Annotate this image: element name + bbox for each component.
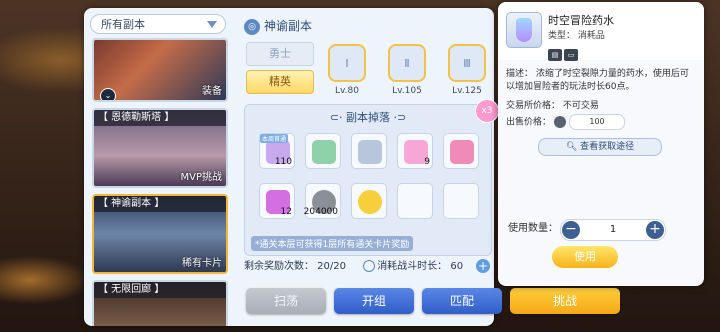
tag-icon: ▤	[548, 49, 562, 61]
gold-coin-icon	[358, 190, 382, 214]
dungeon-tag: MVP挑战	[180, 172, 223, 183]
dungeon-list[interactable]: ⌄ 装备 【 恩德勒斯塔 】 MVP挑战 【 神谕副本 】 稀有卡片 【 无限回…	[90, 38, 230, 326]
pink-petal-icon	[450, 140, 474, 164]
dungeon-filter-dropdown[interactable]: 所有副本	[90, 14, 226, 34]
drop-item-slot[interactable]: 12	[259, 183, 295, 219]
page-title-text: 神谕副本	[264, 19, 313, 33]
dungeon-filter-label: 所有副本	[101, 18, 145, 31]
dungeon-tag: 稀有卡片	[182, 258, 222, 269]
chevron-down-icon	[207, 21, 217, 28]
item-tags: ▤ ▭	[548, 42, 580, 61]
item-count: 12	[280, 207, 292, 217]
dungeon-title: 【 神谕副本 】	[94, 196, 226, 212]
drop-item-slot-empty	[397, 183, 433, 219]
level-option[interactable]: Ⅲ Lv.125	[442, 44, 492, 104]
drops-panel: ⊂· 副本掉落 ·⊃ x3 本周首通 110 9 12 204000 *通关本层…	[244, 99, 499, 256]
remaining-rewards: 剩余奖励次数： 20/20	[244, 261, 346, 272]
level-option[interactable]: Ⅱ Lv.105	[382, 44, 432, 104]
drops-note: *通关本层可获得1层所有通关卡片奖励	[251, 236, 414, 251]
difficulty-normal-tab[interactable]: 勇士	[246, 42, 314, 66]
drop-item-slot[interactable]: 204000	[303, 183, 341, 219]
drop-item-slot[interactable]	[443, 133, 479, 169]
quantity-value[interactable]: 1	[581, 220, 645, 240]
search-icon: 🔍︎	[565, 142, 578, 152]
level-badge: Ⅰ	[328, 44, 366, 82]
view-source-button[interactable]: 🔍︎ 查看获取途径	[538, 138, 662, 156]
potion-bottle	[516, 18, 532, 42]
level-label: Lv.80	[335, 86, 359, 96]
drop-item-slot[interactable]	[351, 133, 387, 169]
quantity-label: 使用数量：	[508, 223, 558, 234]
level-badge: Ⅱ	[388, 44, 426, 82]
level-badge: Ⅲ	[448, 44, 486, 82]
sell-price-row: 出售价格： 100	[506, 114, 626, 130]
item-count: 9	[424, 157, 430, 167]
dungeon-tag: 装备	[202, 86, 222, 97]
dungeon-card-infinite-corridor[interactable]: 【 无限回廊 】	[92, 280, 228, 326]
drop-item-slot-empty	[443, 183, 479, 219]
use-button[interactable]: 使用	[552, 246, 618, 268]
trade-price: 交易所价格： 不可交易	[506, 101, 599, 111]
item-count: 204000	[303, 207, 338, 217]
weekly-first-clear-tag: 本周首通	[260, 134, 289, 143]
tag-icon: ▭	[564, 49, 578, 61]
quantity-stepper: − 1 +	[560, 219, 666, 241]
item-description: 描述： 浓缩了时空裂隙力量的药水，使用后可以增加冒险者的玩法时长60点。	[506, 69, 689, 92]
item-tooltip: 时空冒险药水 类型： 消耗品 ▤ ▭ 描述： 浓缩了时空裂隙力量的药水，使用后可以…	[498, 2, 704, 286]
dungeon-card-oracle[interactable]: 【 神谕副本 】 稀有卡片	[92, 194, 228, 274]
reward-stats: 剩余奖励次数： 20/20 消耗战斗时长： 60 +	[244, 258, 490, 276]
chevron-down-icon[interactable]: ⌄	[100, 88, 116, 100]
level-option-partial[interactable]	[490, 44, 494, 104]
level-selector: Ⅰ Lv.80 Ⅱ Lv.105 Ⅲ Lv.125	[320, 44, 494, 104]
clock-icon	[363, 260, 376, 272]
drop-item-slot[interactable]: 本周首通 110	[259, 133, 295, 169]
drop-item-slot[interactable]: 9	[397, 133, 433, 169]
level-label: Lv.105	[392, 86, 422, 96]
match-button[interactable]: 匹配	[422, 288, 502, 314]
add-time-button[interactable]: +	[476, 259, 490, 273]
level-option[interactable]: Ⅰ Lv.80	[322, 44, 372, 104]
drop-multiplier-badge: x3	[475, 99, 499, 123]
drop-item-slot[interactable]	[305, 133, 341, 169]
drop-item-slot[interactable]	[351, 183, 387, 219]
potion-icon	[506, 12, 542, 48]
oracle-icon: ◎	[244, 18, 260, 35]
drops-title: ⊂· 副本掉落 ·⊃	[329, 111, 407, 124]
dungeon-card-equipment[interactable]: ⌄ 装备	[92, 38, 228, 102]
item-header: 时空冒险药水 类型： 消耗品 ▤ ▭	[498, 2, 704, 61]
dungeon-panel: 所有副本 ⌄ 装备 【 恩德勒斯塔 】 MVP挑战 【 神谕副本 】 稀有卡片 …	[84, 8, 499, 326]
difficulty-elite-tab[interactable]: 精英	[246, 70, 314, 94]
sweep-button[interactable]: 扫荡	[246, 288, 326, 314]
green-card-icon	[312, 140, 336, 164]
plus-button[interactable]: +	[646, 221, 664, 239]
page-title: ◎ 神谕副本	[244, 16, 312, 36]
item-count: 110	[274, 157, 292, 167]
silver-card-icon	[358, 140, 382, 164]
challenge-button[interactable]: 挑战	[510, 288, 620, 314]
level-label: Lv.125	[452, 86, 482, 96]
team-button[interactable]: 开组	[334, 288, 414, 314]
coin-icon	[554, 116, 567, 128]
battle-time-cost: 消耗战斗时长： 60	[363, 260, 463, 272]
item-name: 时空冒险药水	[548, 14, 614, 27]
dungeon-title: 【 无限回廊 】	[94, 282, 226, 298]
sell-price-label: 出售价格：	[506, 117, 552, 128]
dungeon-card-endless-tower[interactable]: 【 恩德勒斯塔 】 MVP挑战	[92, 108, 228, 188]
dungeon-title: 【 恩德勒斯塔 】	[94, 110, 226, 126]
sell-price-value: 100	[569, 114, 626, 130]
minus-button[interactable]: −	[562, 221, 580, 239]
item-type: 类型： 消耗品	[548, 31, 605, 41]
